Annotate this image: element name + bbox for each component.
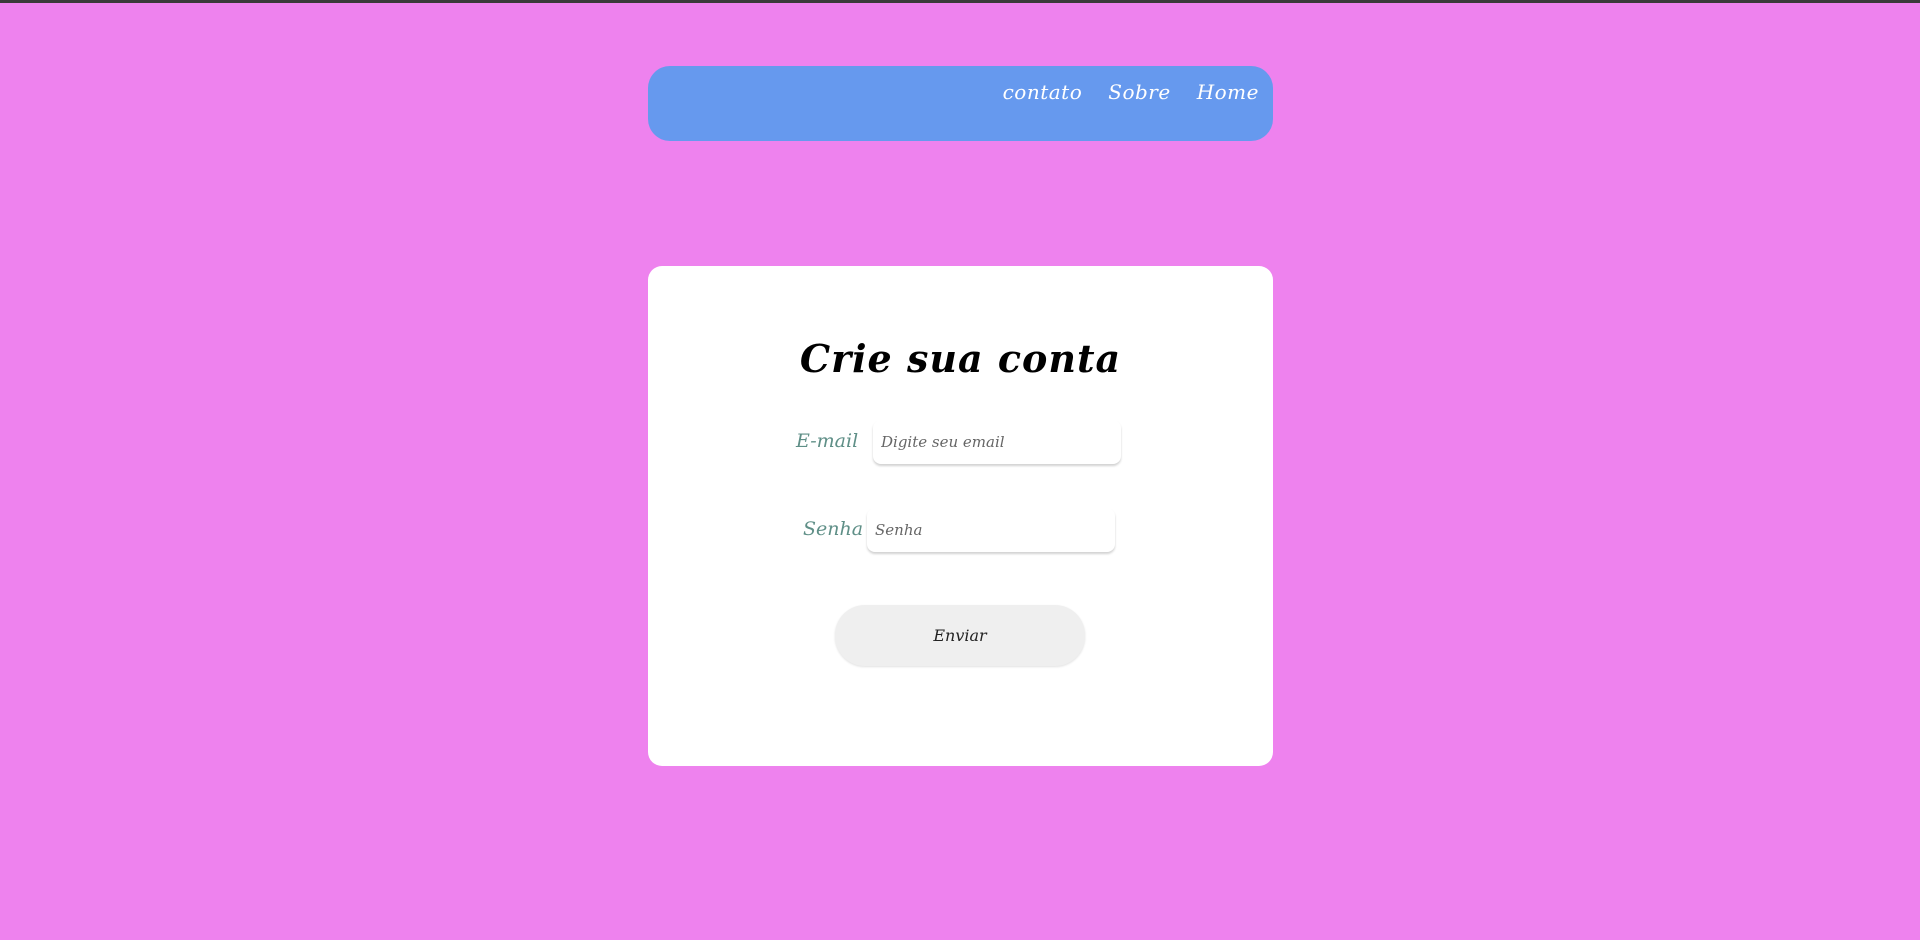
- submit-button[interactable]: Enviar: [835, 605, 1085, 666]
- page-title: Crie sua conta: [799, 336, 1122, 381]
- nav-link-home[interactable]: Home: [1197, 80, 1259, 104]
- nav-link-sobre[interactable]: Sobre: [1108, 80, 1170, 104]
- email-field[interactable]: [873, 420, 1121, 464]
- password-label: Senha: [803, 518, 864, 540]
- signup-card: Crie sua conta E-mail Senha Enviar: [648, 266, 1273, 766]
- navbar: contato Sobre Home: [648, 66, 1273, 141]
- nav-links: contato Sobre Home: [1003, 80, 1259, 104]
- window-top-border: [0, 0, 1920, 3]
- email-label: E-mail: [796, 430, 859, 452]
- nav-link-contato[interactable]: contato: [1003, 80, 1083, 104]
- password-field[interactable]: [867, 508, 1115, 552]
